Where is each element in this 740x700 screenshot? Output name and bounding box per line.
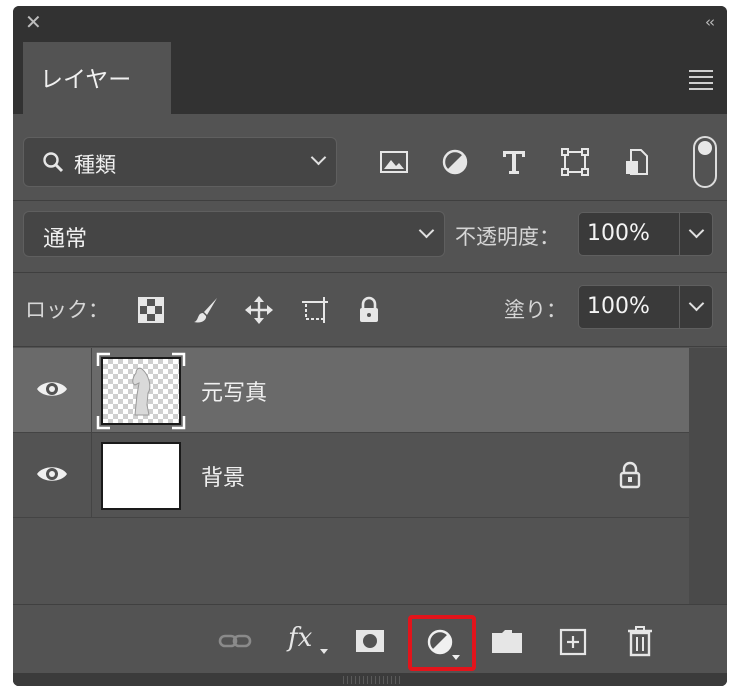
close-icon[interactable]: ✕ (25, 12, 42, 32)
opacity-input[interactable]: 100% (578, 212, 680, 256)
image-filter-icon[interactable] (379, 147, 409, 177)
panel-menu-icon[interactable] (689, 70, 713, 94)
divider (13, 272, 727, 273)
divider (13, 346, 727, 347)
new-layer-icon[interactable] (558, 627, 588, 657)
opacity-label: 不透明度： (455, 225, 560, 249)
layer-lock-icon[interactable] (617, 461, 643, 489)
layer-name: 背景 (201, 466, 246, 491)
layer-mask-icon[interactable] (354, 627, 386, 655)
filter-kind-select[interactable]: 種類 (23, 137, 337, 187)
adjustment-filter-icon[interactable] (440, 147, 470, 177)
opacity-value: 100% (587, 221, 650, 246)
layer-row[interactable]: 元写真 (13, 348, 689, 433)
toggle-knob (698, 141, 712, 155)
tab-label: レイヤー (40, 67, 132, 93)
selection-corners (96, 352, 186, 430)
blend-mode-value: 通常 (43, 227, 88, 252)
fx-icon[interactable]: fx (288, 623, 328, 659)
panel-body: 種類 通常 不透明度： 100% ロック： 塗り： 100% 元写真 背景 fx (13, 114, 727, 686)
bottom-toolbar: fx (13, 604, 727, 686)
smart-object-filter-icon[interactable] (622, 147, 652, 177)
group-folder-icon[interactable] (490, 627, 524, 655)
eye-icon (37, 382, 67, 396)
filter-kind-label: 種類 (74, 153, 116, 177)
submenu-triangle-icon (320, 649, 328, 654)
panel-titlebar: ✕ ‹‹ (13, 6, 727, 42)
lock-artboard-icon[interactable] (300, 295, 330, 325)
search-icon (43, 152, 64, 173)
chevron-down-icon (688, 222, 705, 239)
tab-layers[interactable]: レイヤー (23, 42, 171, 114)
chevron-down-icon (688, 295, 705, 312)
visibility-toggle[interactable] (13, 348, 92, 432)
type-filter-icon[interactable] (499, 147, 529, 177)
fill-label: 塗り： (504, 298, 567, 322)
fill-value: 100% (587, 294, 650, 319)
lock-all-icon[interactable] (354, 295, 384, 325)
lock-label: ロック： (25, 298, 109, 322)
opacity-dropdown[interactable] (679, 212, 713, 256)
visibility-toggle[interactable] (13, 433, 92, 517)
layers-panel: ✕ ‹‹ レイヤー 種類 通常 不透明度： 100% ロック： 塗り： 100%… (13, 6, 727, 686)
layer-name: 元写真 (201, 381, 268, 406)
fill-dropdown[interactable] (679, 285, 713, 329)
adjustment-layer-icon[interactable] (425, 627, 461, 661)
filter-toggle[interactable] (693, 136, 717, 188)
shape-filter-icon[interactable] (560, 147, 590, 177)
fx-label: fx (288, 623, 313, 653)
divider (13, 200, 727, 201)
chevron-down-icon (310, 149, 327, 166)
fill-input[interactable]: 100% (578, 285, 680, 329)
chevron-down-icon (418, 222, 435, 239)
resize-grip[interactable] (13, 673, 727, 686)
blend-mode-select[interactable]: 通常 (23, 211, 445, 257)
layer-row[interactable]: 背景 (13, 433, 689, 518)
trash-icon[interactable] (625, 625, 655, 657)
lock-transparent-icon[interactable] (136, 295, 166, 325)
layer-thumbnail (101, 442, 181, 510)
double-chevron-left-icon[interactable]: ‹‹ (705, 13, 715, 31)
eye-icon (37, 467, 67, 481)
layers-list: 元写真 背景 (13, 348, 727, 604)
layers-scrollbar[interactable] (689, 348, 727, 604)
tab-row: レイヤー (13, 42, 727, 114)
link-layers-icon[interactable] (218, 631, 252, 651)
lock-position-icon[interactable] (244, 295, 274, 325)
grip-lines (343, 676, 403, 684)
lock-image-icon[interactable] (191, 295, 221, 325)
layer-thumbnail (96, 352, 186, 430)
